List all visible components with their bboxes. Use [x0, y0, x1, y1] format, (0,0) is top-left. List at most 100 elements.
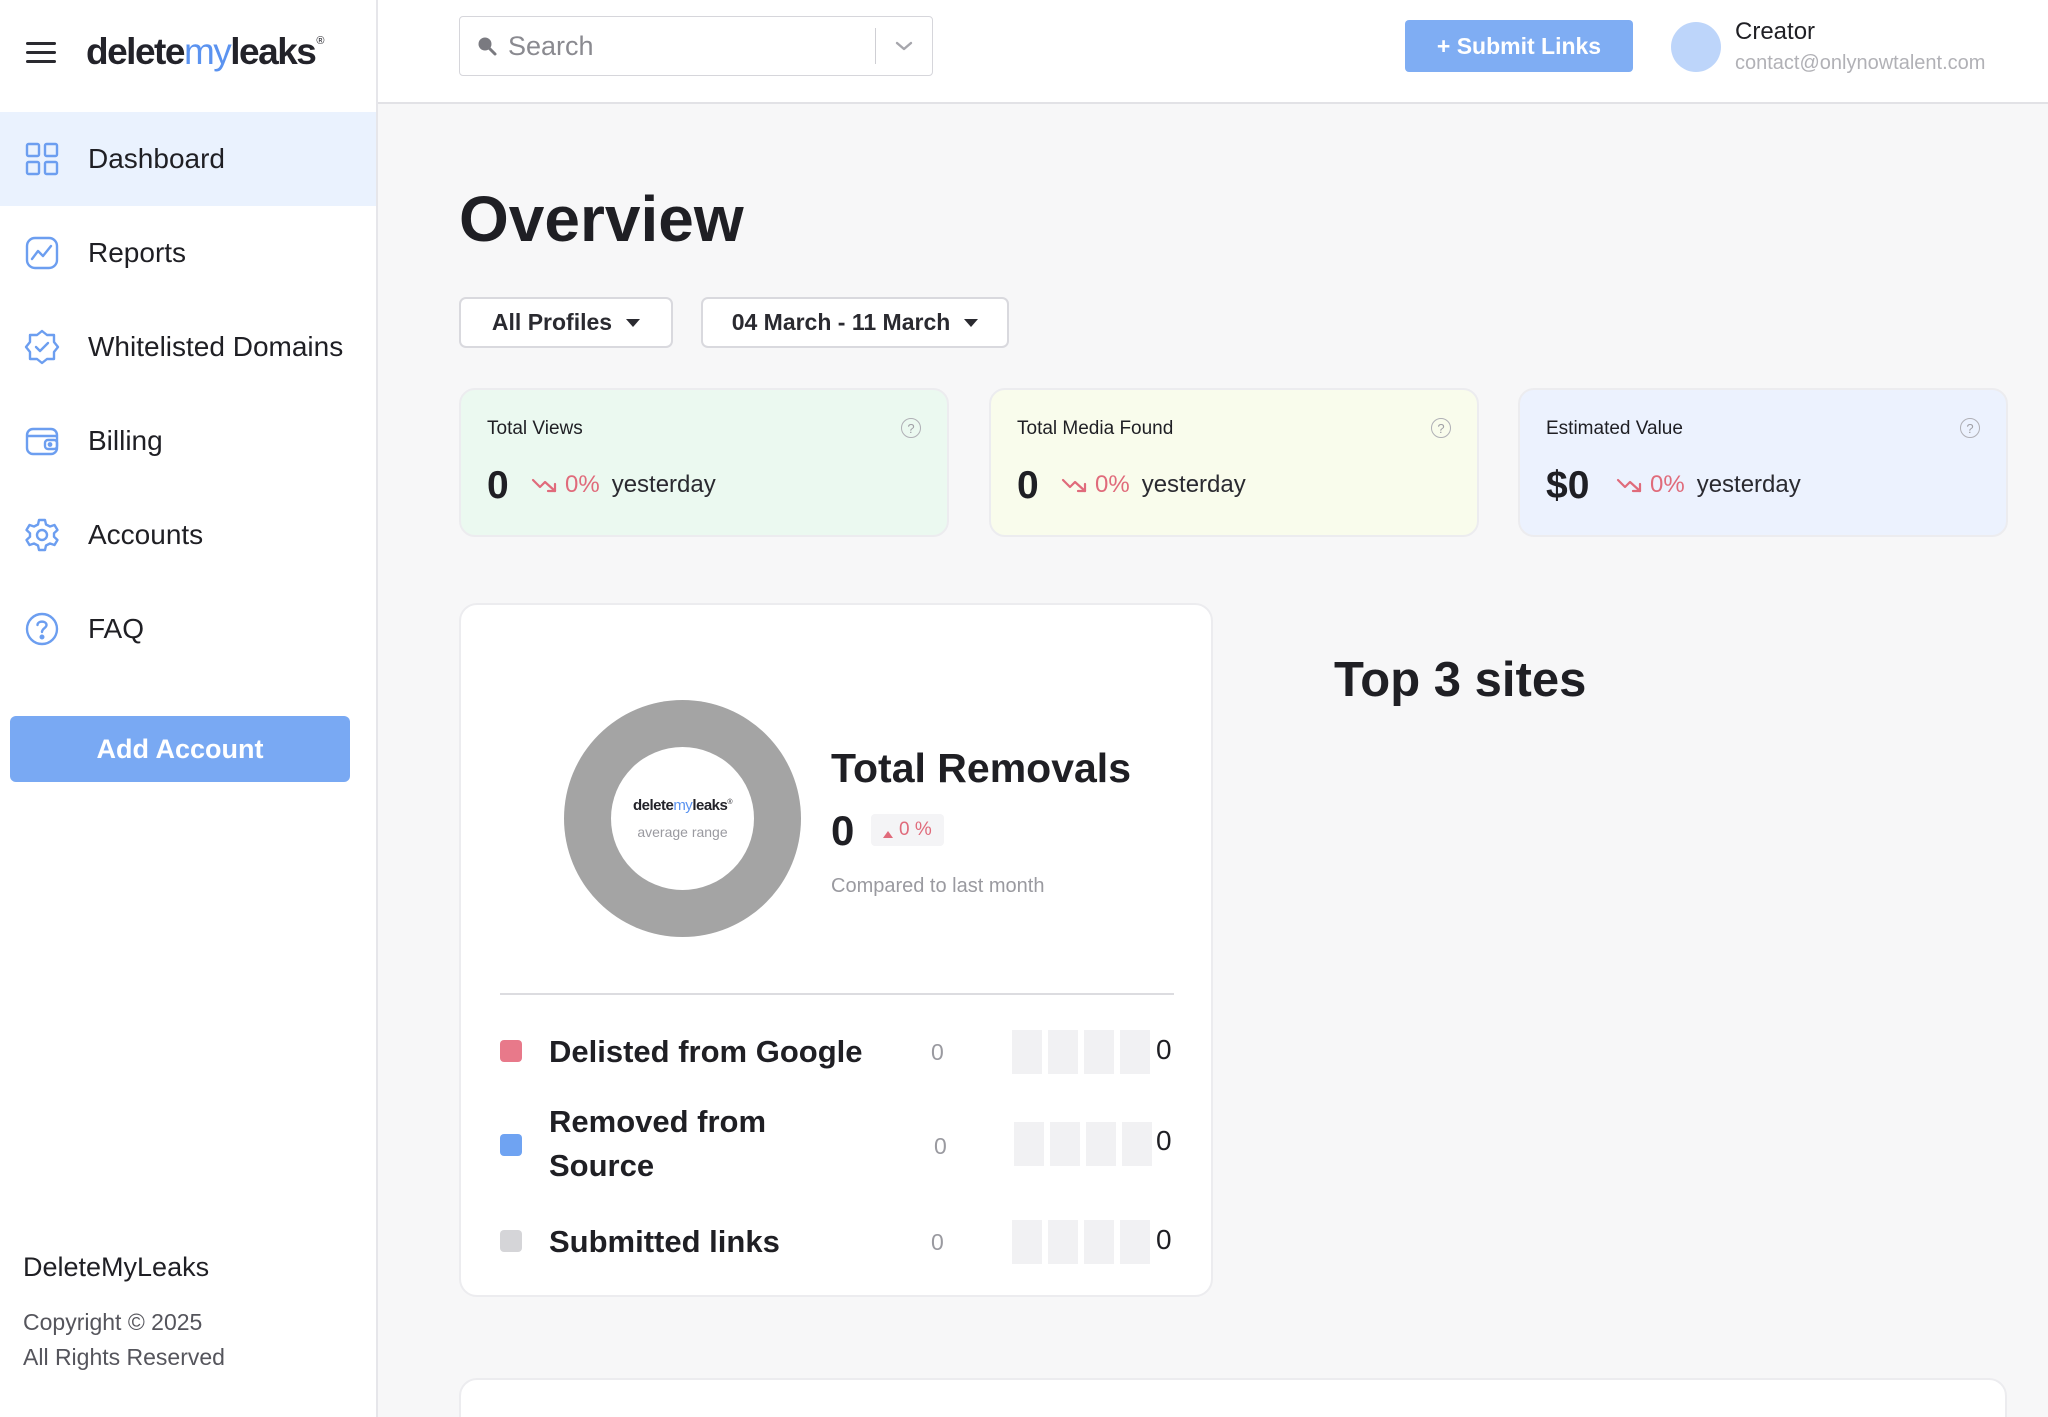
donut-logo: deletemyleaks® [632, 797, 733, 814]
legend-count: 0 [1156, 1125, 1172, 1156]
legend-label: Removed from Source [549, 1104, 767, 1183]
trend-down-icon [1061, 478, 1087, 493]
user-email: contact@onlynowtalent.com [1735, 52, 1986, 74]
legend-color-dot [500, 1040, 522, 1062]
help-icon[interactable]: ? [1431, 418, 1451, 438]
menu-icon[interactable] [26, 40, 56, 64]
sidebar-item-reports[interactable]: Reports [0, 206, 376, 300]
sidebar-item-label: FAQ [88, 613, 145, 644]
removals-compare-text: Compared to last month [831, 875, 1045, 897]
question-icon [24, 611, 60, 647]
stat-card-estimated-value: Estimated Value ? $0 0% yesterday [1518, 388, 2008, 537]
footer-rights: All Rights Reserved [23, 1344, 225, 1370]
stat-value: 0 [487, 464, 509, 507]
sidebar-footer: DeleteMyLeaks Copyright © 2025 All Right… [23, 1252, 225, 1375]
arrow-up-icon [883, 830, 893, 838]
wallet-icon [24, 423, 60, 459]
sidebar: deletemyleaks® Dashboard Reports Whiteli… [0, 0, 378, 1417]
brand-bar: deletemyleaks® [26, 26, 324, 78]
donut-center: deletemyleaks® average range [611, 747, 754, 890]
top-sites-title: Top 3 sites [1334, 653, 1587, 707]
legend-value: 0 [934, 1133, 947, 1159]
stat-value: 0 [1017, 464, 1039, 507]
help-icon[interactable]: ? [1960, 418, 1980, 438]
stat-card-total-views: Total Views ? 0 0% yesterday [459, 388, 949, 537]
top-bar: + Submit Links Creator contact@onlynowta… [378, 0, 2048, 104]
legend-row-submitted-links: Submitted links 0 0 [500, 1212, 1174, 1272]
sidebar-item-label: Dashboard [88, 143, 225, 174]
legend-label: Delisted from Google [549, 1034, 863, 1069]
removals-title: Total Removals [831, 745, 1131, 791]
removals-donut-chart: deletemyleaks® average range [564, 700, 801, 937]
trend-down-icon [1616, 478, 1642, 493]
brand-logo[interactable]: deletemyleaks® [86, 31, 324, 73]
avatar[interactable] [1671, 22, 1721, 72]
sidebar-nav: Dashboard Reports Whitelisted Domains Bi… [0, 112, 376, 676]
caret-down-icon [964, 318, 979, 327]
user-role: Creator [1735, 18, 1816, 45]
footer-copyright: Copyright © 2025 [23, 1309, 203, 1335]
stat-card-total-media-found: Total Media Found ? 0 0% yesterday [989, 388, 1479, 537]
removals-value: 0 [831, 807, 855, 854]
chart-icon [24, 235, 60, 271]
profiles-dropdown[interactable]: All Profiles [459, 297, 673, 348]
profiles-dropdown-label: All Profiles [491, 309, 613, 335]
stat-period: yesterday [1141, 471, 1246, 498]
sidebar-item-accounts[interactable]: Accounts [0, 488, 376, 582]
stat-value: $0 [1546, 464, 1590, 507]
sidebar-item-label: Accounts [88, 519, 204, 550]
donut-caption: average range [637, 824, 728, 840]
legend-color-dot [500, 1230, 522, 1252]
caret-down-icon [626, 318, 641, 327]
total-removals-card: deletemyleaks® average range Total Remov… [459, 603, 1213, 1297]
submit-links-button[interactable]: + Submit Links [1405, 20, 1633, 72]
legend-count: 0 [1156, 1034, 1172, 1065]
legend-row-delisted-google: Delisted from Google 0 0 [500, 1022, 1174, 1082]
legend-row-removed-source: Removed from Source 0 0 [500, 1095, 1174, 1195]
stat-label: Total Views [487, 418, 583, 439]
stat-label: Estimated Value [1546, 418, 1683, 439]
stat-label: Total Media Found [1017, 418, 1174, 439]
search-icon [478, 37, 497, 56]
footer-brand-name: DeleteMyLeaks [23, 1252, 210, 1282]
sidebar-item-dashboard[interactable]: Dashboard [0, 112, 376, 206]
legend-value: 0 [931, 1039, 944, 1065]
legend-count: 0 [1156, 1224, 1172, 1255]
legend-progress-bars [1012, 1030, 1150, 1074]
stat-trend: 0% yesterday [1061, 471, 1246, 499]
legend-progress-bars [1014, 1122, 1152, 1166]
gear-icon [24, 517, 60, 553]
removals-change-badge: 0 % [871, 814, 944, 846]
date-range-label: 04 March - 11 March [731, 309, 951, 335]
date-range-dropdown[interactable]: 04 March - 11 March [701, 297, 1009, 348]
page-title: Overview [459, 183, 744, 255]
sidebar-item-faq[interactable]: FAQ [0, 582, 376, 676]
legend-value: 0 [931, 1229, 944, 1255]
legend-color-dot [500, 1134, 522, 1156]
sidebar-item-whitelisted-domains[interactable]: Whitelisted Domains [0, 300, 376, 394]
legend-label: Submitted links [549, 1224, 780, 1259]
grid-icon [24, 141, 60, 177]
chevron-down-icon[interactable] [876, 16, 932, 76]
badge-check-icon [24, 329, 60, 365]
stat-change: 0% [1650, 471, 1685, 498]
stat-change: 0% [565, 471, 600, 498]
sidebar-item-label: Billing [88, 425, 163, 456]
trend-down-icon [531, 478, 557, 493]
stat-trend: 0% yesterday [531, 471, 716, 499]
add-account-button[interactable]: Add Account [10, 716, 350, 782]
search-input[interactable] [508, 30, 875, 62]
sidebar-item-label: Reports [88, 237, 187, 268]
stat-period: yesterday [611, 471, 716, 498]
help-icon[interactable]: ? [901, 418, 921, 438]
removals-change: 0 % [899, 819, 932, 840]
stat-trend: 0% yesterday [1616, 471, 1801, 499]
bottom-card [459, 1378, 2007, 1417]
stat-change: 0% [1095, 471, 1130, 498]
sidebar-item-billing[interactable]: Billing [0, 394, 376, 488]
search-box[interactable] [459, 16, 933, 76]
stat-period: yesterday [1696, 471, 1801, 498]
divider [500, 993, 1174, 995]
sidebar-item-label: Whitelisted Domains [88, 331, 344, 362]
legend-progress-bars [1012, 1220, 1150, 1264]
